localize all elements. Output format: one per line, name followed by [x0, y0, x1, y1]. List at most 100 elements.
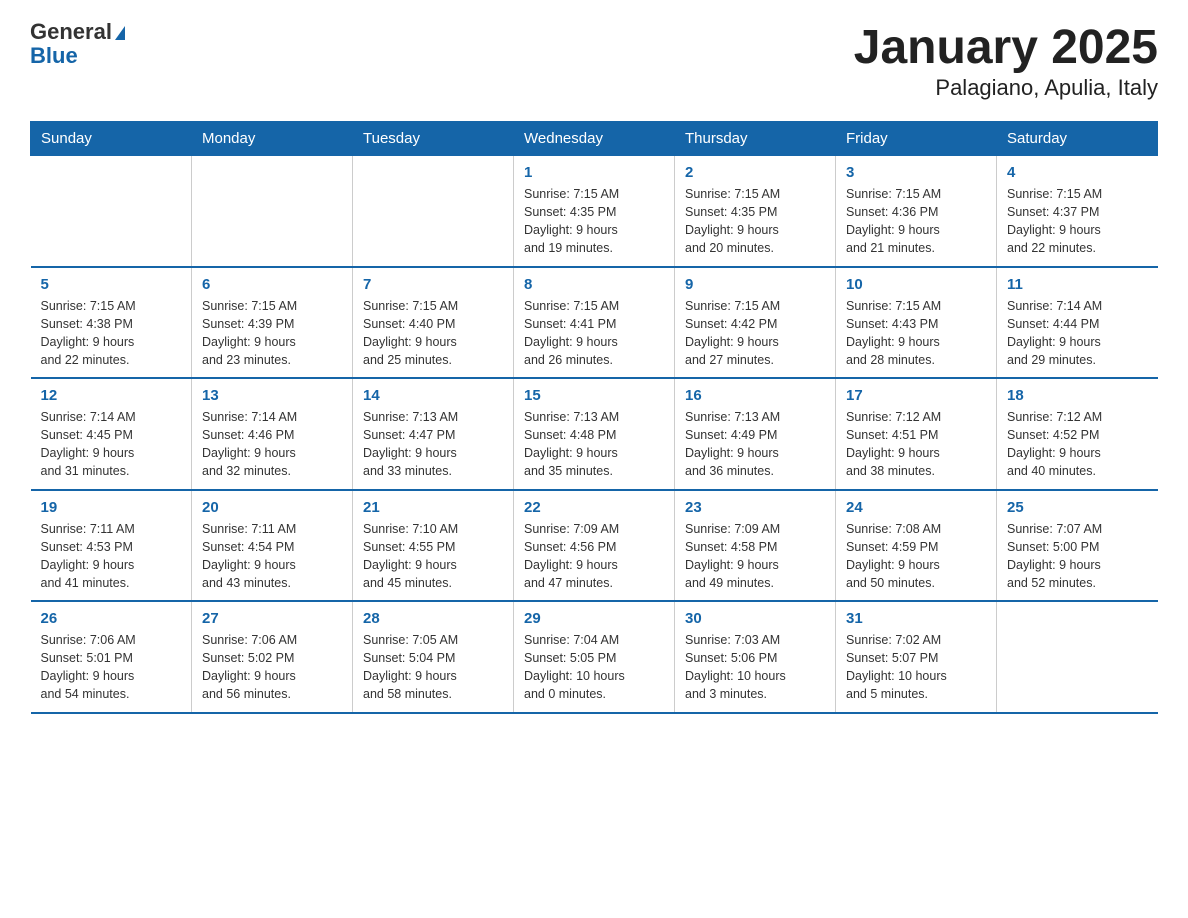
week-row-5: 26 Sunrise: 7:06 AM Sunset: 5:01 PM Dayli… [31, 601, 1158, 713]
calendar-cell: 16 Sunrise: 7:13 AM Sunset: 4:49 PM Dayli… [675, 378, 836, 490]
day-info: Sunrise: 7:15 AM Sunset: 4:36 PM Dayligh… [846, 185, 986, 258]
day-info: Sunrise: 7:15 AM Sunset: 4:37 PM Dayligh… [1007, 185, 1148, 258]
calendar-cell: 13 Sunrise: 7:14 AM Sunset: 4:46 PM Dayli… [192, 378, 353, 490]
calendar-cell [31, 156, 192, 267]
calendar-subtitle: Palagiano, Apulia, Italy [854, 75, 1158, 101]
day-number: 13 [202, 387, 342, 404]
day-info: Sunrise: 7:15 AM Sunset: 4:35 PM Dayligh… [524, 185, 664, 258]
day-info: Sunrise: 7:13 AM Sunset: 4:48 PM Dayligh… [524, 408, 664, 481]
day-info: Sunrise: 7:09 AM Sunset: 4:56 PM Dayligh… [524, 520, 664, 593]
day-info: Sunrise: 7:12 AM Sunset: 4:52 PM Dayligh… [1007, 408, 1148, 481]
header-cell-wednesday: Wednesday [514, 122, 675, 156]
day-info: Sunrise: 7:11 AM Sunset: 4:54 PM Dayligh… [202, 520, 342, 593]
calendar-title: January 2025 [854, 20, 1158, 75]
day-number: 11 [1007, 276, 1148, 293]
day-info: Sunrise: 7:09 AM Sunset: 4:58 PM Dayligh… [685, 520, 825, 593]
day-number: 8 [524, 276, 664, 293]
day-info: Sunrise: 7:02 AM Sunset: 5:07 PM Dayligh… [846, 631, 986, 704]
calendar-cell: 19 Sunrise: 7:11 AM Sunset: 4:53 PM Dayli… [31, 490, 192, 602]
day-number: 5 [41, 276, 182, 293]
calendar-cell: 31 Sunrise: 7:02 AM Sunset: 5:07 PM Dayli… [836, 601, 997, 713]
day-info: Sunrise: 7:15 AM Sunset: 4:43 PM Dayligh… [846, 297, 986, 370]
day-info: Sunrise: 7:15 AM Sunset: 4:42 PM Dayligh… [685, 297, 825, 370]
calendar-cell [997, 601, 1158, 713]
calendar-cell: 29 Sunrise: 7:04 AM Sunset: 5:05 PM Dayli… [514, 601, 675, 713]
calendar-cell: 2 Sunrise: 7:15 AM Sunset: 4:35 PM Daylig… [675, 156, 836, 267]
header-row: SundayMondayTuesdayWednesdayThursdayFrid… [31, 122, 1158, 156]
day-number: 17 [846, 387, 986, 404]
day-number: 12 [41, 387, 182, 404]
calendar-cell: 11Sunrise: 7:14 AM Sunset: 4:44 PM Dayli… [997, 267, 1158, 379]
day-number: 20 [202, 499, 342, 516]
calendar-cell: 27 Sunrise: 7:06 AM Sunset: 5:02 PM Dayli… [192, 601, 353, 713]
day-info: Sunrise: 7:03 AM Sunset: 5:06 PM Dayligh… [685, 631, 825, 704]
logo-triangle-icon [115, 26, 125, 40]
calendar-header: SundayMondayTuesdayWednesdayThursdayFrid… [31, 122, 1158, 156]
header-cell-friday: Friday [836, 122, 997, 156]
day-info: Sunrise: 7:15 AM Sunset: 4:41 PM Dayligh… [524, 297, 664, 370]
calendar-cell: 24Sunrise: 7:08 AM Sunset: 4:59 PM Dayli… [836, 490, 997, 602]
day-number: 24 [846, 499, 986, 516]
day-number: 27 [202, 610, 342, 627]
week-row-3: 12 Sunrise: 7:14 AM Sunset: 4:45 PM Dayli… [31, 378, 1158, 490]
day-number: 4 [1007, 164, 1148, 181]
day-info: Sunrise: 7:06 AM Sunset: 5:02 PM Dayligh… [202, 631, 342, 704]
day-info: Sunrise: 7:05 AM Sunset: 5:04 PM Dayligh… [363, 631, 503, 704]
day-number: 26 [41, 610, 182, 627]
day-number: 30 [685, 610, 825, 627]
header-cell-tuesday: Tuesday [353, 122, 514, 156]
day-number: 10 [846, 276, 986, 293]
day-number: 19 [41, 499, 182, 516]
calendar-table: SundayMondayTuesdayWednesdayThursdayFrid… [30, 121, 1158, 714]
calendar-cell: 10 Sunrise: 7:15 AM Sunset: 4:43 PM Dayli… [836, 267, 997, 379]
day-number: 1 [524, 164, 664, 181]
calendar-cell: 30 Sunrise: 7:03 AM Sunset: 5:06 PM Dayli… [675, 601, 836, 713]
calendar-cell: 5Sunrise: 7:15 AM Sunset: 4:38 PM Daylig… [31, 267, 192, 379]
header-cell-thursday: Thursday [675, 122, 836, 156]
day-number: 15 [524, 387, 664, 404]
day-number: 18 [1007, 387, 1148, 404]
calendar-cell: 6Sunrise: 7:15 AM Sunset: 4:39 PM Daylig… [192, 267, 353, 379]
day-number: 7 [363, 276, 503, 293]
day-number: 25 [1007, 499, 1148, 516]
calendar-cell: 23 Sunrise: 7:09 AM Sunset: 4:58 PM Dayli… [675, 490, 836, 602]
day-number: 14 [363, 387, 503, 404]
logo: General Blue [30, 20, 125, 68]
week-row-2: 5Sunrise: 7:15 AM Sunset: 4:38 PM Daylig… [31, 267, 1158, 379]
day-info: Sunrise: 7:13 AM Sunset: 4:47 PM Dayligh… [363, 408, 503, 481]
calendar-cell [192, 156, 353, 267]
day-info: Sunrise: 7:07 AM Sunset: 5:00 PM Dayligh… [1007, 520, 1148, 593]
calendar-cell: 15 Sunrise: 7:13 AM Sunset: 4:48 PM Dayli… [514, 378, 675, 490]
day-number: 31 [846, 610, 986, 627]
day-info: Sunrise: 7:14 AM Sunset: 4:46 PM Dayligh… [202, 408, 342, 481]
calendar-cell: 21Sunrise: 7:10 AM Sunset: 4:55 PM Dayli… [353, 490, 514, 602]
day-info: Sunrise: 7:15 AM Sunset: 4:39 PM Dayligh… [202, 297, 342, 370]
day-info: Sunrise: 7:04 AM Sunset: 5:05 PM Dayligh… [524, 631, 664, 704]
calendar-cell: 18 Sunrise: 7:12 AM Sunset: 4:52 PM Dayli… [997, 378, 1158, 490]
calendar-cell: 1 Sunrise: 7:15 AM Sunset: 4:35 PM Daylig… [514, 156, 675, 267]
logo-general-text: General [30, 19, 112, 44]
calendar-cell: 20 Sunrise: 7:11 AM Sunset: 4:54 PM Dayli… [192, 490, 353, 602]
calendar-cell: 28Sunrise: 7:05 AM Sunset: 5:04 PM Dayli… [353, 601, 514, 713]
page-header: General Blue January 2025 Palagiano, Apu… [30, 20, 1158, 101]
calendar-cell: 4 Sunrise: 7:15 AM Sunset: 4:37 PM Daylig… [997, 156, 1158, 267]
day-number: 2 [685, 164, 825, 181]
calendar-cell: 3Sunrise: 7:15 AM Sunset: 4:36 PM Daylig… [836, 156, 997, 267]
day-info: Sunrise: 7:11 AM Sunset: 4:53 PM Dayligh… [41, 520, 182, 593]
day-info: Sunrise: 7:06 AM Sunset: 5:01 PM Dayligh… [41, 631, 182, 704]
day-info: Sunrise: 7:10 AM Sunset: 4:55 PM Dayligh… [363, 520, 503, 593]
day-number: 23 [685, 499, 825, 516]
title-block: January 2025 Palagiano, Apulia, Italy [854, 20, 1158, 101]
day-info: Sunrise: 7:15 AM Sunset: 4:35 PM Dayligh… [685, 185, 825, 258]
day-number: 9 [685, 276, 825, 293]
calendar-cell: 26 Sunrise: 7:06 AM Sunset: 5:01 PM Dayli… [31, 601, 192, 713]
week-row-1: 1 Sunrise: 7:15 AM Sunset: 4:35 PM Daylig… [31, 156, 1158, 267]
day-number: 16 [685, 387, 825, 404]
day-info: Sunrise: 7:12 AM Sunset: 4:51 PM Dayligh… [846, 408, 986, 481]
day-info: Sunrise: 7:13 AM Sunset: 4:49 PM Dayligh… [685, 408, 825, 481]
calendar-cell: 12 Sunrise: 7:14 AM Sunset: 4:45 PM Dayli… [31, 378, 192, 490]
calendar-cell: 14 Sunrise: 7:13 AM Sunset: 4:47 PM Dayli… [353, 378, 514, 490]
day-number: 29 [524, 610, 664, 627]
calendar-cell: 17 Sunrise: 7:12 AM Sunset: 4:51 PM Dayli… [836, 378, 997, 490]
day-info: Sunrise: 7:14 AM Sunset: 4:45 PM Dayligh… [41, 408, 182, 481]
